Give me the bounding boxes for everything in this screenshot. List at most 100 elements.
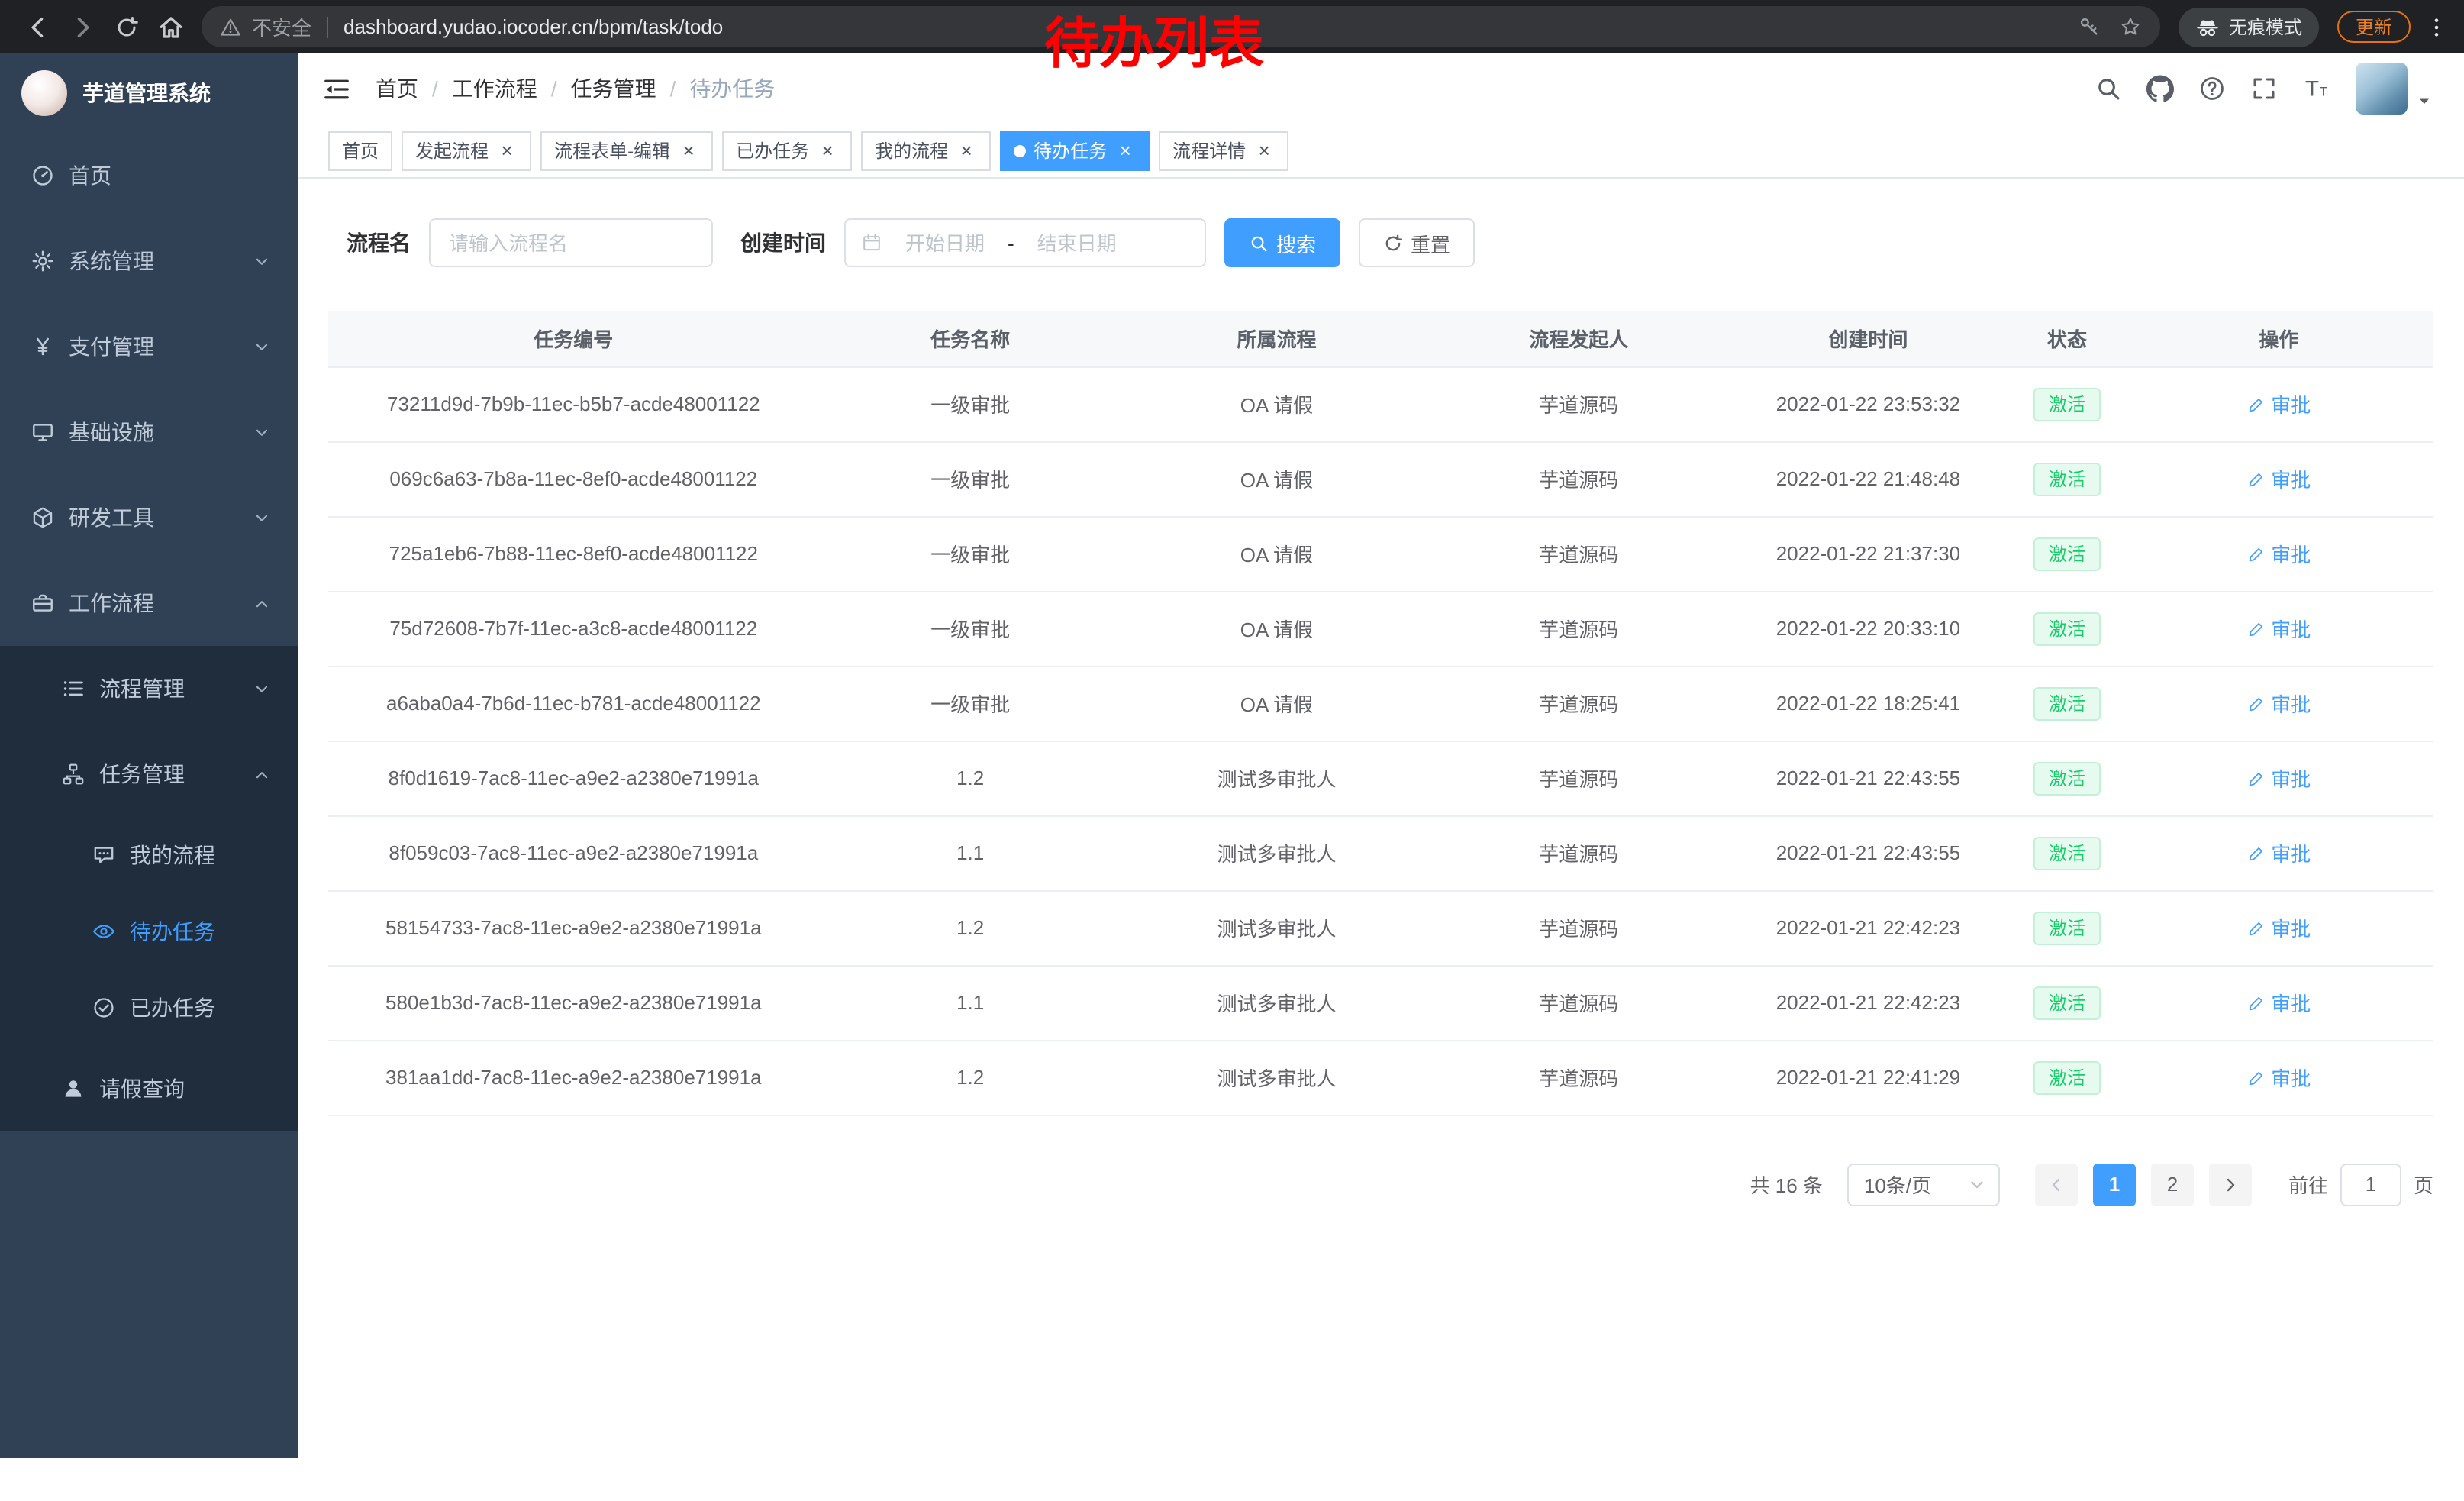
sidebar-item-leave-query[interactable]: 请假查询 <box>0 1046 298 1131</box>
sidebar-item-task-mgmt[interactable]: 任务管理 <box>0 731 298 817</box>
breadcrumb-task-mgmt[interactable]: 任务管理 <box>571 73 656 104</box>
tab-close-icon[interactable]: × <box>678 140 699 161</box>
cell-task-name: 一级审批 <box>819 441 1122 516</box>
sidebar-item-devtools[interactable]: 研发工具 <box>0 475 298 560</box>
cell-process: OA 请假 <box>1122 591 1431 666</box>
sidebar-item-workflow[interactable]: 工作流程 <box>0 560 298 646</box>
cell-task-name: 1.1 <box>819 965 1122 1040</box>
cell-status: 激活 <box>2011 591 2124 666</box>
cell-action: 审批 <box>2124 516 2433 591</box>
table-row: 580e1b3d-7ac8-11ec-a9e2-a2380e71991a 1.1… <box>328 965 2433 1040</box>
cell-task-id: 75d72608-7b7f-11ec-a3c8-acde48001122 <box>328 591 819 666</box>
incognito-icon <box>2195 15 2220 39</box>
goto-page-input[interactable] <box>2340 1163 2401 1206</box>
fullscreen-button[interactable] <box>2250 75 2278 102</box>
sidebar-item-todo-tasks[interactable]: 待办任务 <box>0 893 298 970</box>
back-icon <box>24 13 51 40</box>
edit-icon <box>2246 769 2265 787</box>
browser-forward-button[interactable] <box>60 5 104 49</box>
sidebar-item-home[interactable]: 首页 <box>0 133 298 218</box>
approve-link[interactable]: 审批 <box>2246 614 2311 643</box>
col-initiator: 流程发起人 <box>1431 311 1726 366</box>
start-date-input[interactable] <box>889 231 1001 254</box>
status-badge: 激活 <box>2033 686 2101 720</box>
cell-status: 激活 <box>2011 815 2124 890</box>
chevron-down-icon <box>253 338 270 355</box>
user-icon <box>61 1077 85 1101</box>
prev-page-button[interactable] <box>2035 1163 2078 1206</box>
tab-todo-tasks[interactable]: 待办任务× <box>1000 131 1150 170</box>
table-row: 725a1eb6-7b88-11ec-8ef0-acde48001122 一级审… <box>328 516 2433 591</box>
approve-link[interactable]: 审批 <box>2246 988 2311 1017</box>
bookmark-star-icon[interactable] <box>2119 15 2142 38</box>
approve-link[interactable]: 审批 <box>2246 763 2311 792</box>
approve-link[interactable]: 审批 <box>2246 464 2311 493</box>
tab-close-icon[interactable]: × <box>956 140 977 161</box>
sidebar-item-payment[interactable]: 支付管理 <box>0 304 298 389</box>
cell-action: 审批 <box>2124 666 2433 741</box>
breadcrumb-separator: / <box>551 76 557 101</box>
end-date-input[interactable] <box>1021 231 1134 254</box>
main-area: 首页 / 工作流程 / 任务管理 / 待办任务 <box>298 53 2464 1501</box>
cell-created: 2022-01-22 21:48:48 <box>1726 441 2010 516</box>
user-menu[interactable] <box>2356 63 2433 115</box>
tab-start-process[interactable]: 发起流程× <box>402 131 531 170</box>
browser-menu-icon[interactable] <box>2424 15 2449 39</box>
github-button[interactable] <box>2146 75 2174 102</box>
tab-close-icon[interactable]: × <box>817 140 838 161</box>
cell-process: 测试多审批人 <box>1122 741 1431 815</box>
page-button-2[interactable]: 2 <box>2151 1163 2194 1206</box>
browser-refresh-button[interactable] <box>104 5 148 49</box>
table-row: 58154733-7ac8-11ec-a9e2-a2380e71991a 1.2… <box>328 890 2433 965</box>
cell-task-name: 1.1 <box>819 815 1122 890</box>
fullscreen-icon <box>2250 75 2278 102</box>
tab-close-icon[interactable]: × <box>1253 140 1275 161</box>
breadcrumb-workflow[interactable]: 工作流程 <box>452 73 537 104</box>
cell-created: 2022-01-22 18:25:41 <box>1726 666 2010 741</box>
cell-process: 测试多审批人 <box>1122 965 1431 1040</box>
reset-button[interactable]: 重置 <box>1359 218 1475 267</box>
tab-close-icon[interactable]: × <box>1114 140 1136 161</box>
chevron-up-icon <box>253 595 270 612</box>
cell-initiator: 芋道源码 <box>1431 741 1726 815</box>
help-button[interactable] <box>2198 75 2226 102</box>
date-range-picker[interactable]: - <box>844 218 1206 267</box>
search-button[interactable]: 搜索 <box>1224 218 1340 267</box>
sidebar-item-done-tasks[interactable]: 已办任务 <box>0 970 298 1046</box>
sidebar-item-system[interactable]: 系统管理 <box>0 218 298 304</box>
chat-icon <box>92 843 116 867</box>
browser-back-button[interactable] <box>15 5 60 49</box>
page-button-1[interactable]: 1 <box>2093 1163 2136 1206</box>
tab-home[interactable]: 首页 <box>328 131 392 170</box>
tab-form-edit[interactable]: 流程表单-编辑× <box>540 131 713 170</box>
update-button[interactable]: 更新 <box>2337 11 2411 43</box>
browser-home-button[interactable] <box>148 5 192 49</box>
approve-link[interactable]: 审批 <box>2246 1063 2311 1092</box>
edit-icon <box>2246 844 2265 862</box>
font-size-button[interactable] <box>2302 74 2331 103</box>
approve-link[interactable]: 审批 <box>2246 539 2311 568</box>
sidebar-item-process-mgmt[interactable]: 流程管理 <box>0 646 298 731</box>
approve-link[interactable]: 审批 <box>2246 689 2311 718</box>
page-size-select[interactable]: 10条/页 <box>1847 1163 2000 1206</box>
approve-link[interactable]: 审批 <box>2246 389 2311 418</box>
sidebar-item-infra[interactable]: 基础设施 <box>0 389 298 475</box>
table-row: 73211d9d-7b9b-11ec-b5b7-acde48001122 一级审… <box>328 366 2433 441</box>
tab-my-process[interactable]: 我的流程× <box>861 131 991 170</box>
active-tab-dot <box>1014 144 1026 157</box>
key-icon[interactable] <box>2078 15 2101 38</box>
tab-done-tasks[interactable]: 已办任务× <box>722 131 852 170</box>
approve-link[interactable]: 审批 <box>2246 913 2311 942</box>
next-page-button[interactable] <box>2209 1163 2252 1206</box>
header-search-button[interactable] <box>2095 75 2122 102</box>
col-process: 所属流程 <box>1122 311 1431 366</box>
approve-link[interactable]: 审批 <box>2246 838 2311 867</box>
breadcrumb-home[interactable]: 首页 <box>376 73 418 104</box>
process-name-input[interactable] <box>429 218 713 267</box>
cell-status: 激活 <box>2011 516 2124 591</box>
tab-process-detail[interactable]: 流程详情× <box>1159 131 1288 170</box>
tab-close-icon[interactable]: × <box>496 140 518 161</box>
sidebar-item-my-process[interactable]: 我的流程 <box>0 817 298 893</box>
sidebar-fold-icon[interactable] <box>322 74 351 103</box>
cell-task-id: 381aa1dd-7ac8-11ec-a9e2-a2380e71991a <box>328 1040 819 1115</box>
